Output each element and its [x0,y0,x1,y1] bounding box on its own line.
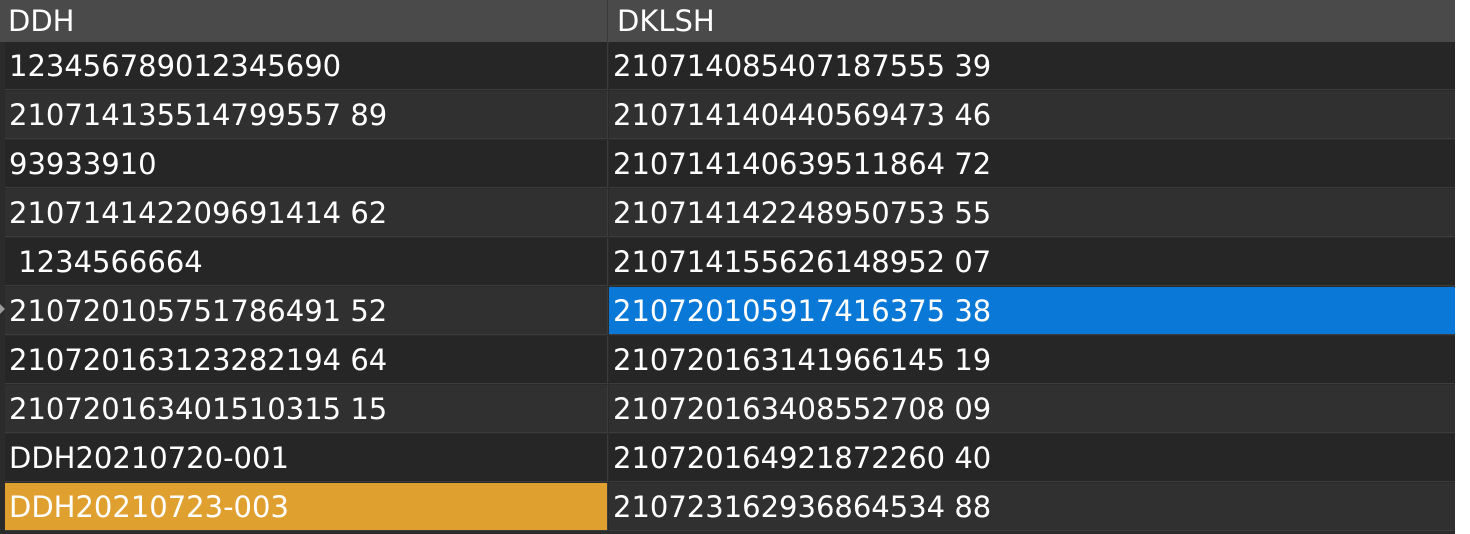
cell-ddh[interactable]: 1234566664 [5,238,608,286]
cell-dklsh[interactable]: 210714142248950753 55 [609,189,1455,237]
table-row[interactable]: 210714142209691414 62 210714142248950753… [0,189,1455,238]
cell-dklsh-selected[interactable]: 210720105917416375 38 [609,287,1455,335]
grid-body: 123456789012345690 210714085407187555 39… [0,42,1455,532]
cell-ddh[interactable]: 210720163123282194 64 [5,336,608,384]
cell-dklsh[interactable]: 210720163141966145 19 [609,336,1455,384]
data-grid: DDH DKLSH 123456789012345690 21071408540… [0,0,1470,534]
cell-dklsh[interactable]: 210714140639511864 72 [609,140,1455,188]
column-header-ddh[interactable]: DDH [0,0,608,42]
cell-ddh[interactable]: DDH20210720-001 [5,434,608,482]
table-row[interactable]: 123456789012345690 210714085407187555 39 [0,42,1455,91]
table-row-current[interactable]: 210720105751786491 52 210720105917416375… [0,287,1455,336]
grid-header: DDH DKLSH [0,0,1455,43]
cell-ddh[interactable]: 93933910 [5,140,608,188]
table-row[interactable]: 1234566664 210714155626148952 07 [0,238,1455,287]
cell-dklsh[interactable]: 210720163408552708 09 [609,385,1455,433]
cell-ddh[interactable]: 123456789012345690 [5,42,608,90]
cell-dklsh[interactable]: 210723162936864534 88 [609,483,1455,531]
cell-dklsh[interactable]: 210714085407187555 39 [609,42,1455,90]
cell-ddh[interactable]: 210720163401510315 15 [5,385,608,433]
cell-dklsh[interactable]: 210720164921872260 40 [609,434,1455,482]
column-header-dklsh[interactable]: DKLSH [609,0,1455,42]
cell-ddh[interactable]: 210714142209691414 62 [5,189,608,237]
cell-ddh[interactable]: 210714135514799557 89 [5,91,608,139]
table-row[interactable]: DDH20210723-003 210723162936864534 88 [0,483,1455,532]
window-edge [1455,0,1470,534]
table-row[interactable]: 93933910 210714140639511864 72 [0,140,1455,189]
table-row[interactable]: DDH20210720-001 210720164921872260 40 [0,434,1455,483]
cell-ddh[interactable]: 210720105751786491 52 [5,287,608,335]
cell-dklsh[interactable]: 210714155626148952 07 [609,238,1455,286]
table-row[interactable]: 210720163401510315 15 210720163408552708… [0,385,1455,434]
cell-dklsh[interactable]: 210714140440569473 46 [609,91,1455,139]
table-row[interactable]: 210720163123282194 64 210720163141966145… [0,336,1455,385]
cell-ddh-highlighted[interactable]: DDH20210723-003 [5,483,608,531]
table-row[interactable]: 210714135514799557 89 210714140440569473… [0,91,1455,140]
